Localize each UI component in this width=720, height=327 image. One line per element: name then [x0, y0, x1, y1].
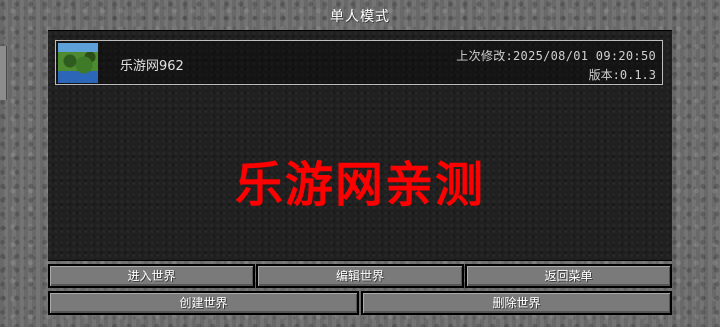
- world-thumbnail: [58, 43, 98, 83]
- world-name: 乐游网962: [120, 59, 184, 74]
- back-to-menu-button[interactable]: 返回菜单: [465, 264, 672, 288]
- world-list[interactable]: 乐游网962 上次修改:2025/08/01 09:20:50 版本:0.1.3…: [48, 30, 672, 261]
- edit-world-button[interactable]: 编辑世界: [256, 264, 464, 288]
- enter-world-button[interactable]: 进入世界: [48, 264, 255, 288]
- create-world-button[interactable]: 创建世界: [48, 291, 359, 315]
- scrollbar[interactable]: [0, 46, 7, 100]
- delete-world-button[interactable]: 删除世界: [361, 291, 672, 315]
- world-version: 版本:0.1.3: [588, 68, 656, 82]
- world-last-modified: 上次修改:2025/08/01 09:20:50: [456, 49, 656, 63]
- screen-title: 单人模式: [330, 9, 390, 25]
- watermark: 乐游网亲测: [234, 157, 485, 213]
- world-entry[interactable]: 乐游网962 上次修改:2025/08/01 09:20:50 版本:0.1.3: [55, 40, 663, 85]
